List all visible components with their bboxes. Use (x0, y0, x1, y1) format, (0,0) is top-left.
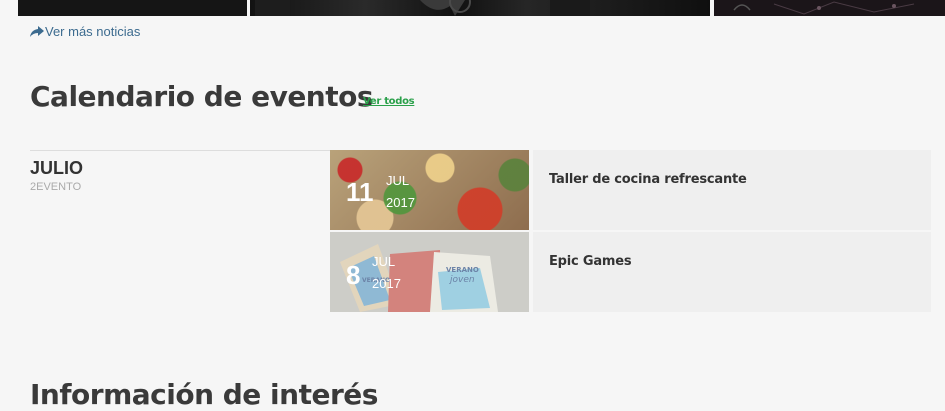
month-label: JULIO (30, 158, 84, 178)
info-section-title: Información de interés (30, 378, 378, 411)
event-year: 2017 (386, 195, 415, 210)
event-month: JUL (372, 254, 396, 269)
news-image-1[interactable] (18, 0, 247, 16)
more-news-link[interactable]: Ver más noticias (30, 24, 140, 39)
news-image-strip (0, 0, 945, 16)
news-image-3[interactable] (714, 0, 945, 16)
event-card[interactable]: Taller de cocina refrescante (533, 150, 931, 230)
event-count: 2EVENTO (30, 181, 82, 193)
see-all-events-link[interactable]: Ver todos (363, 96, 415, 107)
event-year: 2017 (372, 276, 401, 291)
more-news-label: Ver más noticias (45, 24, 141, 39)
month-divider (30, 150, 330, 151)
event-title[interactable]: Epic Games (549, 254, 632, 269)
events-section-title: Calendario de eventos (30, 80, 374, 113)
event-date: 11 JUL 2017 (330, 150, 529, 230)
event-card[interactable]: Epic Games (533, 232, 931, 312)
news-image-2[interactable] (250, 0, 710, 16)
event-day: 8 (346, 260, 361, 290)
event-day: 11 (346, 177, 374, 207)
event-date: 8 JUL 2017 (330, 232, 529, 312)
event-title[interactable]: Taller de cocina refrescante (549, 172, 747, 187)
share-arrow-icon (30, 25, 44, 38)
event-item[interactable]: 11 JUL 2017 Taller de cocina refrescante (330, 150, 931, 230)
event-item[interactable]: VERANO joven VERANO 8 JUL 2017 Epic Game… (330, 232, 931, 312)
event-month: JUL (386, 173, 410, 188)
